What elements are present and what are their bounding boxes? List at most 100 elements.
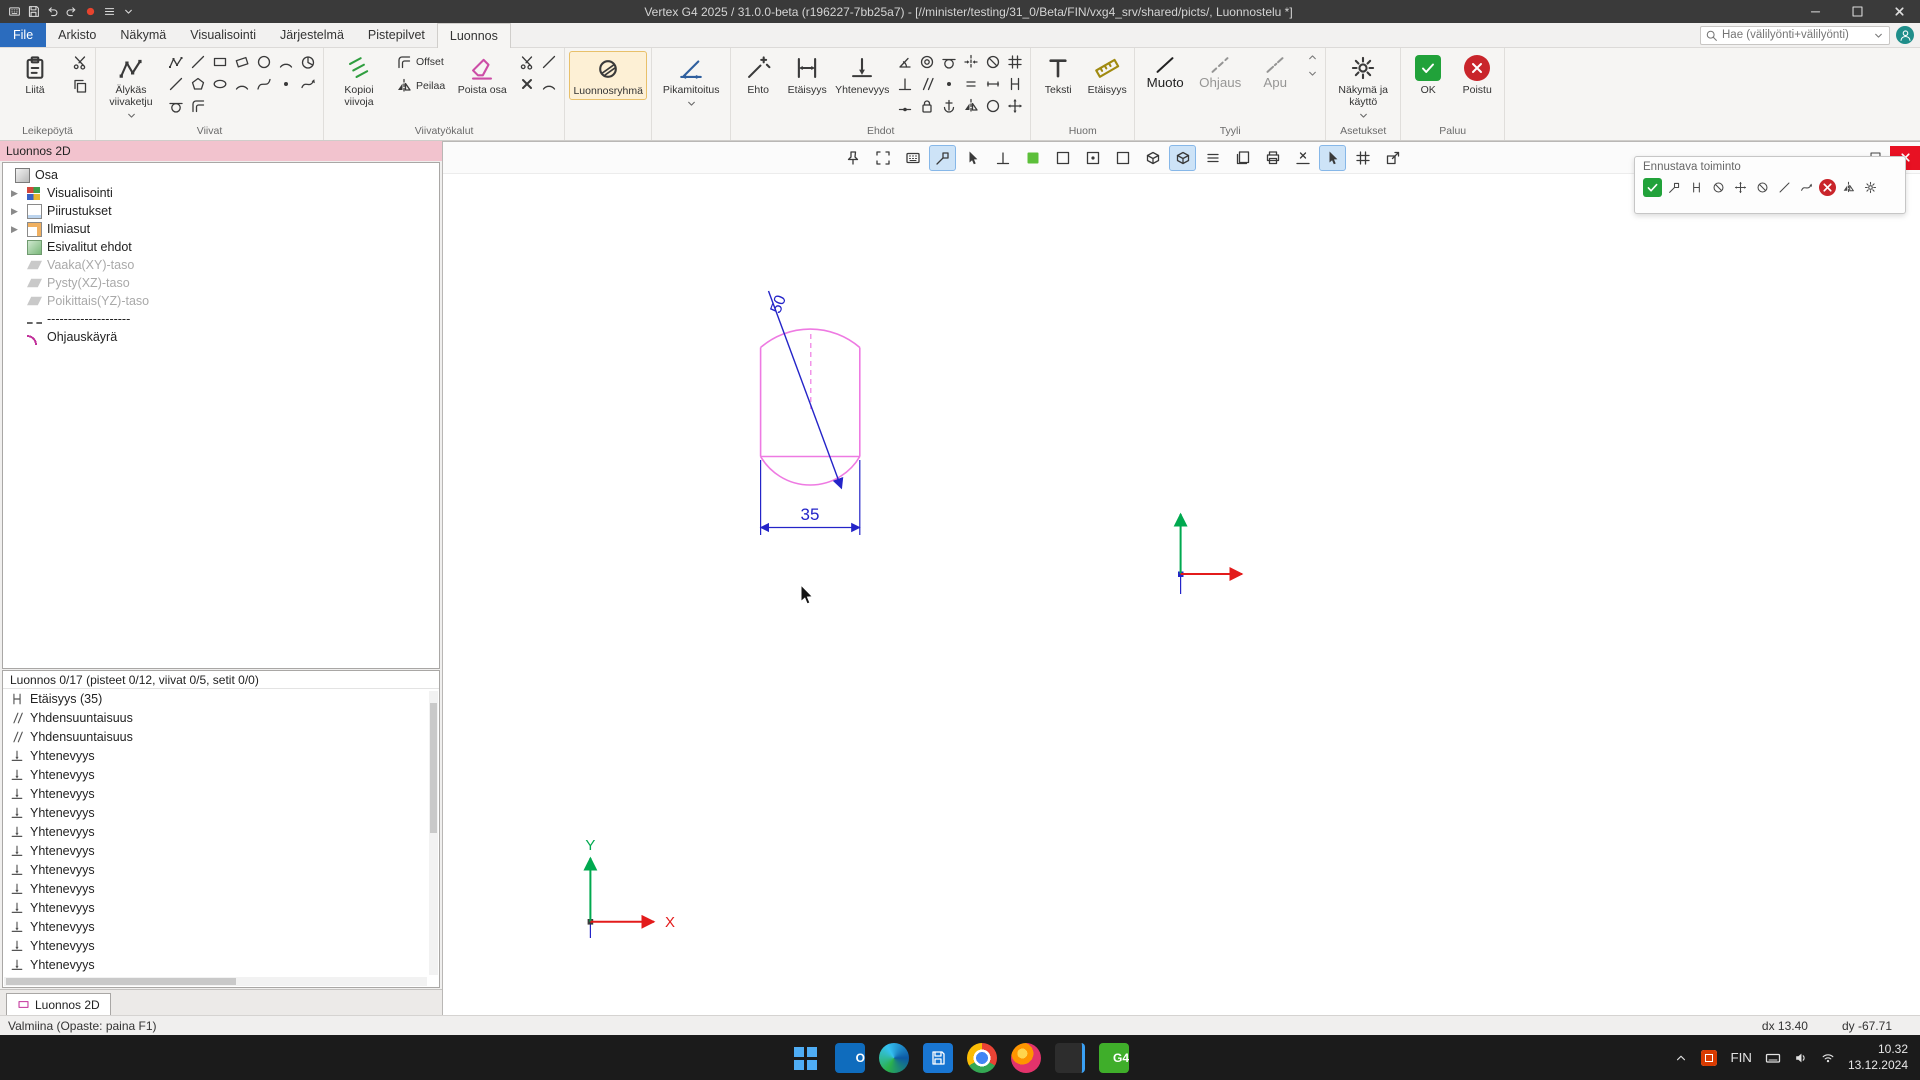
constraint-equal[interactable]: [960, 73, 982, 95]
constraint-parallel[interactable]: [916, 73, 938, 95]
menu-tab-pistepilvet[interactable]: Pistepilvet: [356, 23, 437, 47]
trim-button[interactable]: [516, 51, 538, 73]
canvas-tool-view-box[interactable]: [1109, 145, 1136, 171]
file-menu-button[interactable]: File: [0, 23, 46, 47]
dimension-50[interactable]: 50: [768, 291, 842, 488]
horizontal-scrollbar[interactable]: [4, 977, 427, 986]
expander-icon[interactable]: ▶: [11, 206, 21, 217]
predict-cancel-button[interactable]: [1819, 179, 1836, 196]
text-button[interactable]: Teksti: [1035, 51, 1081, 98]
extend-button[interactable]: [538, 51, 560, 73]
constraint-row[interactable]: Yhtenevyys: [3, 841, 439, 860]
constraint-row[interactable]: Yhtenevyys: [3, 860, 439, 879]
constraint-distance-2[interactable]: [1004, 73, 1026, 95]
canvas-tool-numeric-input[interactable]: [899, 145, 926, 171]
constraint-symmetry[interactable]: [960, 51, 982, 73]
view-settings-button[interactable]: Näkymä ja käyttö: [1330, 51, 1396, 124]
constraint-exclude[interactable]: [982, 51, 1004, 73]
coincidence-button[interactable]: Yhtenevyys: [833, 51, 891, 98]
sketch-group-button[interactable]: Luonnosryhmä: [569, 51, 647, 100]
canvas-tool-snap-points[interactable]: [929, 145, 956, 171]
constraint-row[interactable]: Yhtenevyys: [3, 936, 439, 955]
tree-item-pysty-xz-taso[interactable]: ▶ Pysty(XZ)-taso: [3, 274, 439, 292]
menu-tab-luonnos[interactable]: Luonnos: [437, 23, 511, 48]
dimension-35-value[interactable]: 35: [801, 505, 820, 524]
vertical-scrollbar[interactable]: [429, 691, 438, 975]
constraint-row[interactable]: Yhtenevyys: [3, 784, 439, 803]
constraint-row[interactable]: Yhtenevyys: [3, 955, 439, 974]
canvas-tool-view-3d[interactable]: [1139, 145, 1166, 171]
tree-item-ohjauskayra[interactable]: ▶ Ohjauskäyrä: [3, 328, 439, 346]
canvas-tool-ortho[interactable]: [989, 145, 1016, 171]
constraint-move[interactable]: [1004, 95, 1026, 117]
style-aux-button[interactable]: Apu: [1249, 51, 1301, 94]
scrollbar-thumb[interactable]: [430, 703, 437, 833]
canvas-tool-fit-view[interactable]: [869, 145, 896, 171]
constraint-pattern[interactable]: [1004, 51, 1026, 73]
constraint-concentric[interactable]: [916, 51, 938, 73]
save-button[interactable]: [27, 5, 40, 18]
maximize-icon[interactable]: [1836, 0, 1878, 23]
tree-item-visualisointi[interactable]: ▶ Visualisointi: [3, 184, 439, 202]
taskbar-start-button[interactable]: [791, 1043, 821, 1073]
constraint-diameter[interactable]: [982, 95, 1004, 117]
chevron-down-icon[interactable]: [1872, 29, 1885, 42]
predict-line-button[interactable]: [1775, 178, 1794, 197]
taskbar-vertex-g4[interactable]: G4: [1099, 1043, 1129, 1073]
cut-button[interactable]: [69, 51, 91, 73]
canvas-tool-select[interactable]: [1319, 145, 1346, 171]
predict-dimension-button[interactable]: [1687, 178, 1706, 197]
language-indicator[interactable]: FIN: [1730, 1050, 1751, 1065]
constraint-row[interactable]: Etäisyys (35): [3, 689, 439, 708]
taskbar-edge[interactable]: [879, 1043, 909, 1073]
tree-item-esivalitut-ehdot[interactable]: ▶ Esivalitut ehdot: [3, 238, 439, 256]
remove-part-button[interactable]: Poista osa: [451, 51, 513, 98]
fillet-button[interactable]: [538, 73, 560, 95]
constraint-horizontal[interactable]: [982, 73, 1004, 95]
menu-tab-jarjestelma[interactable]: Järjestelmä: [268, 23, 356, 47]
canvas-tool-print[interactable]: [1259, 145, 1286, 171]
distance-constraint-button[interactable]: Etäisyys: [784, 51, 830, 98]
constraint-row[interactable]: Yhdensuuntaisuus: [3, 727, 439, 746]
tab-luonnos-2d[interactable]: Luonnos 2D: [6, 993, 111, 1015]
tool-sector[interactable]: [297, 51, 319, 73]
undo-button[interactable]: [46, 5, 59, 18]
touch-keyboard-icon[interactable]: [1765, 1050, 1781, 1066]
tool-rectangle-rotated[interactable]: [231, 51, 253, 73]
network-icon[interactable]: [1821, 1051, 1835, 1065]
tree-item-piirustukset[interactable]: ▶ Piirustukset: [3, 202, 439, 220]
paste-button[interactable]: Liitä: [4, 51, 66, 98]
tool-freehand[interactable]: [297, 73, 319, 95]
canvas-tool-grid-settings[interactable]: [1349, 145, 1376, 171]
constraint-fix[interactable]: [938, 95, 960, 117]
tree-item-poikittais-yz-taso[interactable]: ▶ Poikittais(YZ)-taso: [3, 292, 439, 310]
taskbar-save-app[interactable]: [923, 1043, 953, 1073]
tray-chevron-up-icon[interactable]: [1674, 1051, 1688, 1065]
style-up-button[interactable]: [1306, 51, 1319, 64]
constraint-coincident[interactable]: [938, 73, 960, 95]
predict-move-button[interactable]: [1731, 178, 1750, 197]
canvas-tool-view-center[interactable]: [1079, 145, 1106, 171]
break-button[interactable]: [516, 73, 538, 95]
record-button[interactable]: [84, 5, 97, 18]
tree-item-vaaka-xy-taso[interactable]: ▶ Vaaka(XY)-taso: [3, 256, 439, 274]
menu-tab-visualisointi[interactable]: Visualisointi: [178, 23, 268, 47]
minimize-icon[interactable]: [1794, 0, 1836, 23]
constraint-midpoint[interactable]: [894, 95, 916, 117]
clock[interactable]: 10.32 13.12.2024: [1848, 1042, 1908, 1073]
constraint-row[interactable]: Yhtenevyys: [3, 746, 439, 765]
quick-dimension-button[interactable]: Pikamitoitus: [656, 51, 726, 112]
taskbar-outlook[interactable]: O: [835, 1043, 865, 1073]
constraint-angle[interactable]: [894, 51, 916, 73]
canvas-tool-list-view[interactable]: [1199, 145, 1226, 171]
menu-tab-nakyma[interactable]: Näkymä: [108, 23, 178, 47]
constraint-row[interactable]: Yhtenevyys: [3, 822, 439, 841]
canvas-tool-view-3d-shaded[interactable]: [1169, 145, 1196, 171]
canvas-tool-export-view[interactable]: [1379, 145, 1406, 171]
mirror-button[interactable]: Peilaa: [393, 75, 448, 97]
tool-ellipse[interactable]: [209, 73, 231, 95]
redo-button[interactable]: [65, 5, 78, 18]
account-button[interactable]: [1896, 26, 1914, 44]
style-guide-button[interactable]: Ohjaus: [1194, 51, 1246, 94]
qat-customize-button[interactable]: [122, 5, 135, 18]
